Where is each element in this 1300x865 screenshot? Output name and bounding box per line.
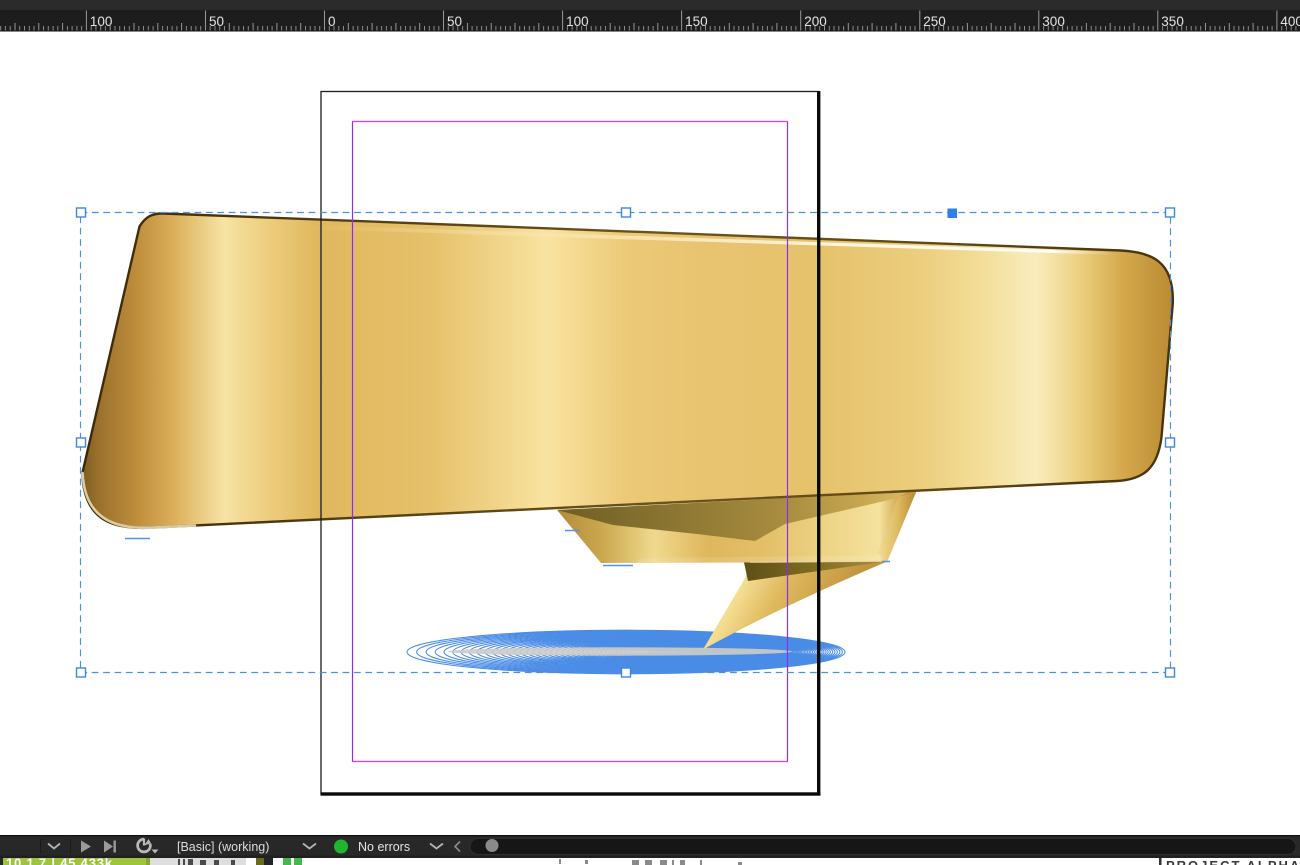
svg-text:400: 400	[1280, 14, 1300, 29]
svg-text:50: 50	[447, 14, 462, 29]
svg-text:PROJECT ALPHA: PROJECT ALPHA	[1166, 858, 1300, 865]
svg-text:[Basic] (working): [Basic] (working)	[177, 840, 269, 854]
svg-text:No errors: No errors	[358, 840, 410, 854]
svg-text:50: 50	[209, 14, 224, 29]
svg-text:10.1.7 | 45 433k: 10.1.7 | 45 433k	[6, 856, 113, 865]
